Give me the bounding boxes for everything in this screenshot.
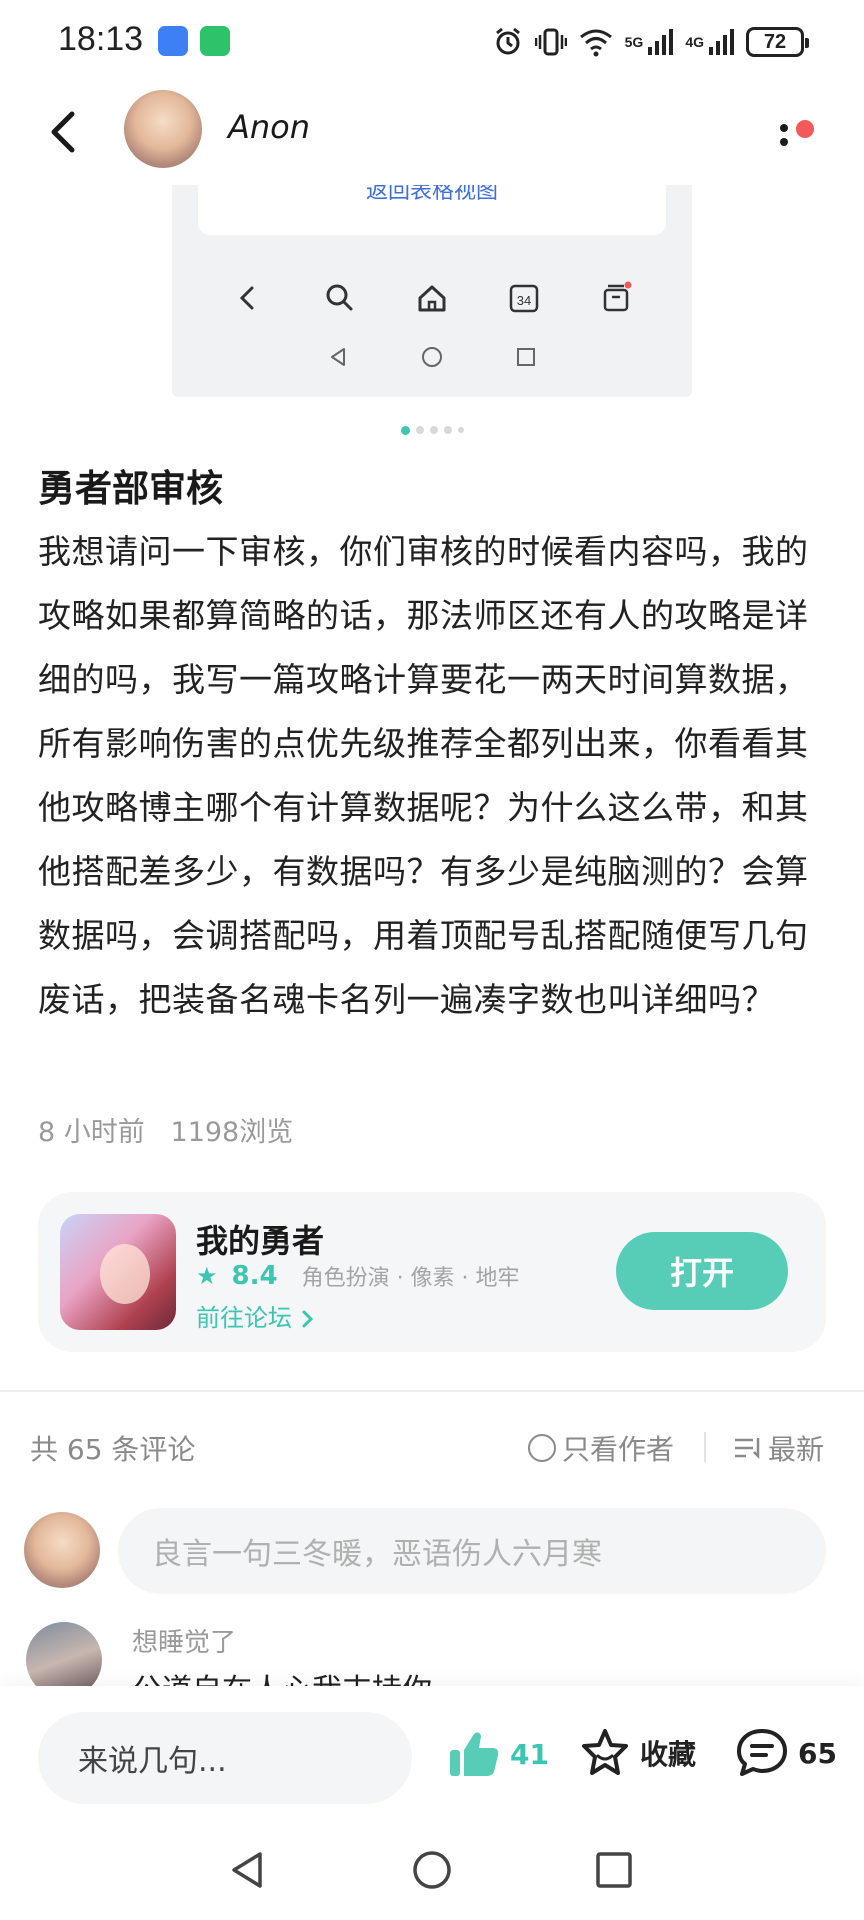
sort-label: 最新 — [768, 1433, 825, 1466]
comment-count: 共 65 条评论 — [30, 1433, 196, 1466]
wifi-icon — [579, 29, 612, 57]
pager-dot-active — [400, 426, 410, 435]
chevron-right-icon — [302, 1310, 313, 1328]
embed-card: 返回表格视图 — [198, 185, 666, 235]
system-nav-bar — [0, 1826, 864, 1920]
sort-toggle[interactable]: 最新 — [732, 1428, 824, 1468]
comments-button[interactable]: 65 — [734, 1726, 837, 1780]
game-rating: 8.4 — [231, 1261, 278, 1291]
svg-text:34: 34 — [517, 293, 531, 308]
game-name: 我的勇者 — [196, 1222, 325, 1260]
status-icons: 5G 4G 72 — [493, 22, 809, 62]
game-rating-row: ★ 8.4 角色扮演 · 像素 · 地牢 — [196, 1260, 520, 1292]
system-back-icon[interactable] — [226, 1848, 270, 1892]
thumbs-up-icon — [450, 1732, 499, 1776]
embed-home-icon — [418, 285, 446, 312]
embed-tabs-icon — [603, 281, 632, 312]
embed-sys-home-icon — [422, 347, 442, 367]
filter-separator — [704, 1432, 706, 1462]
notification-dot — [796, 120, 814, 138]
pager-dot — [443, 426, 452, 434]
author-avatar[interactable] — [124, 90, 202, 168]
only-author-label: 只看作者 — [562, 1433, 675, 1466]
like-count: 41 — [510, 1737, 549, 1771]
pager-dot — [415, 426, 424, 434]
favorite-button[interactable]: 收藏 — [578, 1726, 696, 1780]
post-image[interactable]: 返回表格视图 34 — [172, 185, 692, 397]
game-icon[interactable] — [60, 1214, 176, 1330]
pager-dot — [457, 427, 464, 433]
star-icon: ★ — [196, 1262, 218, 1290]
signal-icon-2 — [709, 29, 734, 55]
sort-icon — [735, 1438, 760, 1460]
like-button[interactable]: 41 — [446, 1726, 549, 1782]
game-tags: 角色扮演 · 像素 · 地牢 — [301, 1266, 520, 1291]
embed-return-link: 返回表格视图 — [365, 185, 498, 204]
star-outline-icon — [582, 1729, 628, 1775]
comment-count-badge: 65 — [798, 1736, 837, 1770]
comment-input[interactable]: 良言一句三冬暖，恶语伤人六月寒 — [118, 1508, 826, 1594]
embed-back-icon — [239, 286, 254, 310]
battery-indicator: 72 — [746, 27, 809, 57]
favorite-label: 收藏 — [640, 1738, 697, 1771]
embed-search-icon — [326, 284, 353, 311]
radio-icon — [528, 1434, 556, 1462]
my-avatar — [24, 1512, 100, 1588]
status-bar: 18:13 5G 4G 72 — [0, 0, 864, 80]
notification-app-icon — [158, 26, 188, 56]
network-4g-label: 4G — [685, 34, 704, 50]
quick-comment-input[interactable]: 来说几句... — [38, 1712, 412, 1804]
system-home-icon[interactable] — [410, 1848, 454, 1892]
bottom-action-bar: 来说几句... 41 收藏 65 — [0, 1686, 864, 1826]
more-vertical-icon — [780, 124, 788, 146]
status-time: 18:13 — [58, 20, 144, 58]
alarm-icon — [495, 27, 520, 55]
open-game-button[interactable]: 打开 — [616, 1232, 788, 1310]
only-author-toggle[interactable]: 只看作者 — [528, 1428, 674, 1468]
game-card[interactable]: 我的勇者 ★ 8.4 角色扮演 · 像素 · 地牢 前往论坛 打开 — [38, 1192, 826, 1352]
commenter-name[interactable]: 想睡觉了 — [132, 1622, 236, 1659]
image-pager-dots — [0, 426, 864, 435]
post-views: 1198浏览 — [170, 1117, 294, 1148]
back-icon[interactable] — [38, 104, 88, 160]
system-recents-icon[interactable] — [592, 1848, 636, 1892]
comment-bubble-icon — [737, 1729, 787, 1776]
pager-dot — [429, 426, 438, 434]
network-5g-label: 5G — [624, 34, 644, 50]
post-header: Anon — [0, 80, 864, 185]
forum-link-label: 前往论坛 — [196, 1304, 292, 1332]
author-name[interactable]: Anon — [228, 108, 310, 146]
post-body: 我想请问一下审核，你们审核的时候看内容吗，我的攻略如果都算简略的话，那法师区还有… — [38, 532, 809, 1019]
forum-link[interactable]: 前往论坛 — [196, 1298, 316, 1333]
post-title: 勇者部审核 — [38, 467, 223, 510]
embed-sys-back-icon — [331, 348, 345, 366]
embed-system-nav — [172, 337, 692, 377]
signal-icon — [648, 29, 674, 55]
embed-nav-bar: 34 — [172, 273, 692, 323]
section-divider — [0, 1390, 864, 1392]
post-time: 8 小时前 — [38, 1117, 145, 1148]
wechat-icon — [200, 26, 230, 56]
more-button[interactable] — [764, 102, 824, 162]
embed-calendar-icon: 34 — [509, 284, 539, 313]
embed-sys-recents-icon — [517, 348, 535, 366]
post-meta: 8 小时前 1198浏览 — [38, 1110, 293, 1149]
vibrate-icon — [534, 28, 567, 56]
